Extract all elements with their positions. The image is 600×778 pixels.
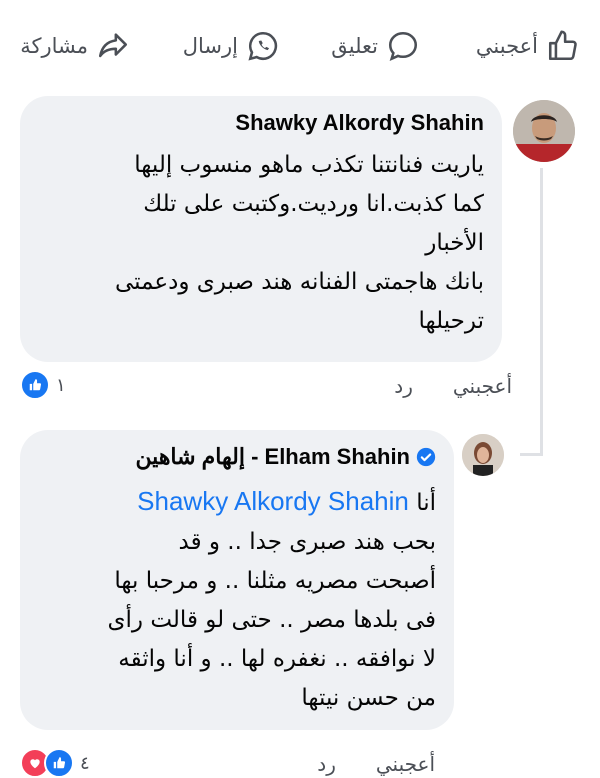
like-label: أعجبني: [475, 34, 538, 58]
comment-actions: أعجبني رد: [317, 752, 435, 776]
comment-label: تعليق: [331, 34, 378, 58]
comment-reply-link[interactable]: رد: [394, 374, 413, 398]
reaction-summary[interactable]: ٤: [20, 748, 90, 778]
share-label: مشاركة: [20, 34, 88, 58]
mention-link[interactable]: Shawky Alkordy Shahin: [137, 486, 409, 516]
comment-bubble: Shawky Alkordy Shahin ياريت فنانتنا تكذب…: [20, 96, 502, 362]
comment-author-row: إلهام شاهين - Elham Shahin: [135, 444, 436, 470]
comment-text: ياريت فنانتنا تكذب ماهو منسوب إليها كما …: [114, 152, 484, 334]
profile-photo-icon: [513, 100, 575, 162]
comment-actions: أعجبني رد: [394, 374, 512, 398]
verified-badge-icon: [416, 447, 436, 467]
reaction-count: ١: [56, 374, 66, 396]
comment-text-block: أنا Shawky Alkordy Shahin بحب هند صبرى ج…: [36, 482, 436, 718]
comment-text: بحب هند صبرى جدا .. و قد أصبحت مصريه مثل…: [107, 529, 436, 711]
comment-lead-word: أنا: [416, 490, 436, 516]
reply-thread-connector: [520, 453, 543, 456]
avatar[interactable]: [462, 434, 504, 476]
profile-photo-icon: [462, 434, 504, 476]
reaction-count: ٤: [80, 752, 90, 774]
like-button[interactable]: أعجبني: [476, 26, 580, 66]
post-action-bar: أعجبني تعليق إرسال مشاركة: [0, 0, 600, 92]
comment-reply-link[interactable]: رد: [317, 752, 336, 776]
comment-like-link[interactable]: أعجبني: [453, 374, 512, 398]
avatar[interactable]: [513, 100, 575, 162]
comment-author[interactable]: Shawky Alkordy Shahin: [235, 110, 484, 136]
reply-thread-line: [540, 168, 543, 456]
comment-author[interactable]: إلهام شاهين - Elham Shahin: [135, 444, 410, 470]
reaction-summary[interactable]: ١: [20, 370, 66, 400]
send-button[interactable]: إرسال: [183, 26, 280, 66]
send-label: إرسال: [182, 34, 238, 58]
thumbs-up-icon: [548, 30, 577, 61]
like-reaction-icon: [44, 748, 74, 778]
like-reaction-icon: [20, 370, 50, 400]
comment-button[interactable]: تعليق: [331, 26, 420, 66]
comment-bubble-icon: [388, 31, 418, 62]
comment-like-link[interactable]: أعجبني: [376, 752, 435, 776]
whatsapp-icon: [248, 31, 278, 61]
share-button[interactable]: مشاركة: [20, 26, 130, 66]
share-arrow-icon: [98, 33, 128, 58]
comment-bubble: إلهام شاهين - Elham Shahin أنا Shawky Al…: [20, 430, 454, 730]
